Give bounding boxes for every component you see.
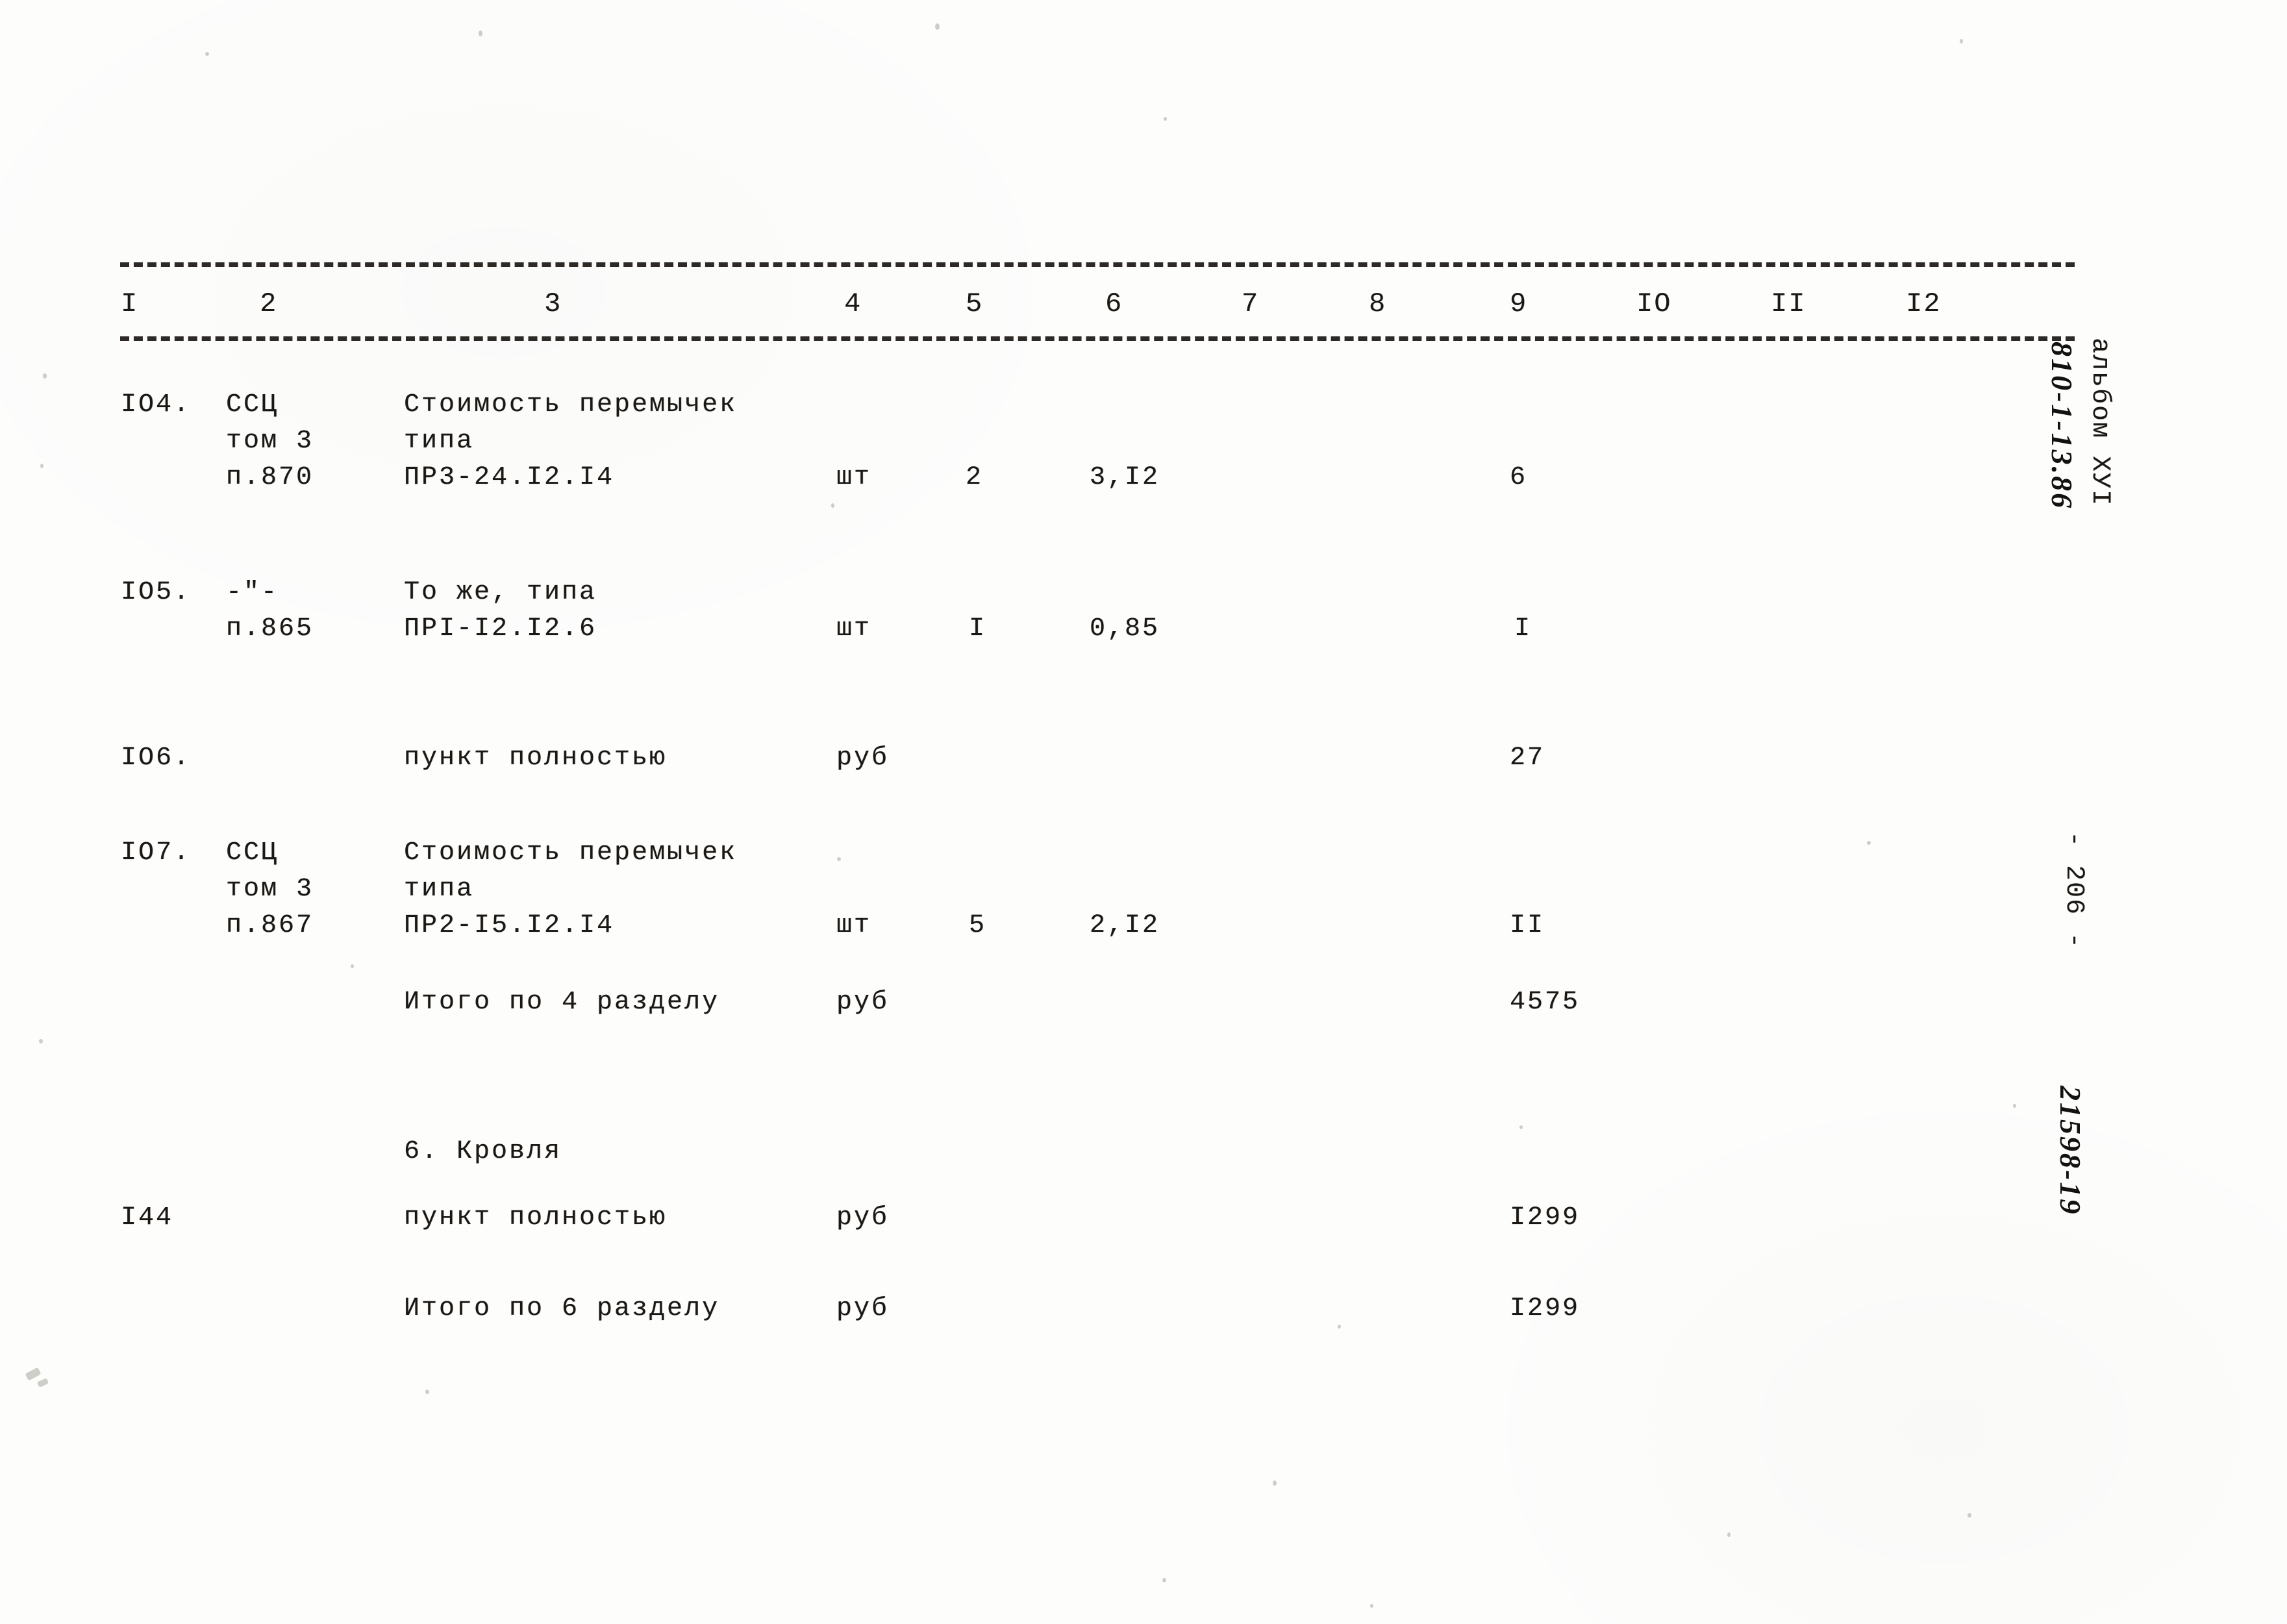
- column-header-8: 8: [1369, 288, 1387, 319]
- row-unit-price: 3,I2: [1090, 463, 1160, 492]
- row-source: -"-: [226, 578, 279, 607]
- scan-speck: [1370, 1604, 1373, 1608]
- row-source: п.867: [226, 911, 314, 940]
- subtotal-unit: руб: [836, 1294, 890, 1323]
- scan-speck: [1727, 1532, 1731, 1537]
- column-header-6: 6: [1105, 288, 1123, 319]
- scanned-page: I 2 3 4 5 6 7 8 9 IO II I2 IO4. ССЦ том …: [0, 0, 2287, 1624]
- row-total: 27: [1510, 743, 1545, 773]
- scan-speck: [479, 31, 482, 36]
- row-source-line: п.870: [226, 463, 314, 492]
- row-total: 6: [1510, 463, 1528, 492]
- column-header-11: II: [1771, 288, 1806, 319]
- row-description: ПР2-I5.I2.I4: [404, 911, 615, 940]
- scan-speck: [1164, 117, 1167, 121]
- table-top-rule: [120, 262, 2075, 267]
- row-code: IO7.: [121, 838, 192, 868]
- row-total: I299: [1510, 1203, 1581, 1232]
- row-source: ССЦ: [226, 838, 279, 868]
- scan-speck: [831, 503, 834, 508]
- row-unit-price: 2,I2: [1090, 911, 1160, 940]
- row-description: типа: [404, 427, 475, 456]
- row-code: IO6.: [121, 743, 192, 773]
- column-header-10: IO: [1636, 288, 1672, 319]
- row-description: ПР3-24.I2.I4: [404, 463, 615, 492]
- scan-speck: [1968, 1513, 1971, 1518]
- row-total: I: [1514, 614, 1532, 643]
- subtotal-label: Итого по 6 разделу: [404, 1294, 720, 1323]
- column-header-12: I2: [1906, 288, 1942, 319]
- scan-speck: [425, 1390, 429, 1394]
- row-description: Стоимость перемычек: [404, 390, 738, 419]
- column-header-7: 7: [1242, 288, 1260, 319]
- row-source: п.870: [226, 460, 314, 496]
- scan-speck: [1519, 1125, 1523, 1129]
- column-header-3: 3: [544, 288, 562, 319]
- row-description: ПРI-I2.I2.6: [404, 614, 597, 643]
- row-code: IO5.: [121, 578, 192, 607]
- row-description: пункт полностью: [404, 1203, 668, 1232]
- scan-speck: [36, 1378, 49, 1388]
- row-unit: шт: [836, 911, 872, 940]
- row-total: II: [1510, 911, 1545, 940]
- table-header-rule: [120, 336, 2075, 341]
- row-quantity: 5: [969, 911, 987, 940]
- scan-speck: [1162, 1578, 1166, 1582]
- row-description: То же, типа: [404, 578, 597, 607]
- subtotal-label: Итого по 4 разделу: [404, 988, 720, 1017]
- row-source: ССЦ: [226, 387, 279, 423]
- archive-number-handwritten: 21598-19: [2054, 1086, 2087, 1216]
- scan-speck: [39, 1039, 43, 1043]
- row-description: пункт полностью: [404, 743, 668, 773]
- row-source: п.865: [226, 614, 314, 643]
- scan-speck: [1867, 841, 1871, 845]
- column-header-5: 5: [966, 288, 984, 319]
- row-quantity: I: [969, 614, 987, 643]
- scan-speck: [2013, 1104, 2016, 1108]
- scan-speck: [1338, 1325, 1341, 1329]
- column-header-9: 9: [1510, 288, 1528, 319]
- row-code: I44: [121, 1203, 174, 1232]
- row-source-line: том 3: [226, 427, 314, 456]
- row-source: том 3: [226, 875, 314, 904]
- scan-speck: [43, 373, 47, 379]
- column-header-1: I: [121, 288, 139, 319]
- subtotal-value: I299: [1510, 1294, 1581, 1323]
- page-number: - 206 -: [2059, 831, 2088, 950]
- row-unit: шт: [836, 463, 872, 492]
- row-unit-price: 0,85: [1090, 614, 1160, 643]
- row-source-line: ССЦ: [226, 390, 279, 419]
- scan-speck: [25, 1367, 42, 1381]
- scan-speck: [351, 964, 354, 968]
- row-quantity: 2: [966, 463, 984, 492]
- column-header-4: 4: [844, 288, 862, 319]
- album-label-typed: альбом ХУI: [2085, 338, 2114, 507]
- scan-speck: [837, 857, 841, 861]
- subtotal-unit: руб: [836, 988, 890, 1017]
- row-code: IO4.: [121, 390, 192, 419]
- row-unit: шт: [836, 614, 872, 643]
- row-description: Стоимость перемычек: [404, 838, 738, 868]
- row-unit: руб: [836, 1203, 890, 1232]
- scan-speck: [205, 52, 209, 56]
- scan-speck: [1960, 39, 1963, 44]
- subtotal-value: 4575: [1510, 988, 1581, 1017]
- row-description: типа: [404, 875, 475, 904]
- section-heading: 6. Кровля: [404, 1137, 562, 1166]
- row-source: том 3: [226, 423, 314, 460]
- scan-speck: [935, 23, 940, 30]
- scan-speck: [40, 464, 44, 468]
- scan-speck: [1273, 1480, 1277, 1486]
- album-number-handwritten: 810-1-13.86: [2045, 342, 2079, 510]
- column-header-2: 2: [260, 288, 278, 319]
- row-unit: руб: [836, 743, 890, 773]
